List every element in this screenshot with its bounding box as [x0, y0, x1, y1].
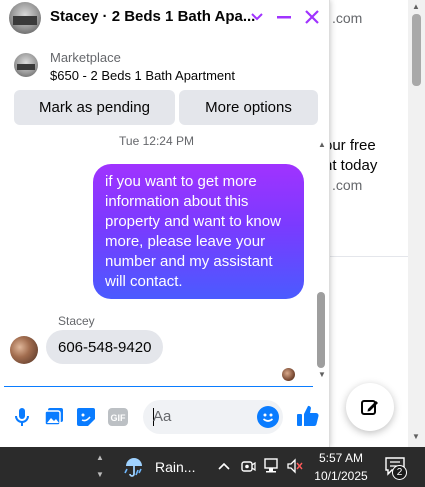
seen-receipt-avatar — [282, 368, 295, 381]
sender-avatar[interactable] — [10, 336, 38, 364]
background-domain-text-2: .com — [332, 177, 363, 193]
chat-scrollbar-thumb[interactable] — [317, 292, 325, 368]
chat-scroll-down-arrow-icon[interactable]: ▼ — [318, 370, 326, 379]
background-cta-line-2[interactable]: nt today — [324, 157, 377, 174]
clock-date[interactable]: 10/1/2025 — [312, 469, 370, 483]
more-options-button[interactable]: More options — [179, 90, 318, 125]
gif-label: GIF — [111, 413, 127, 423]
minimize-icon[interactable] — [273, 6, 295, 28]
message-thread: Tue 12:24 PM if you want to get more inf… — [0, 128, 313, 386]
network-icon[interactable] — [262, 457, 280, 475]
chat-title[interactable]: Stacey · 2 Beds 1 Bath Apa... — [50, 8, 255, 25]
scroll-down-arrow-icon[interactable]: ▼ — [412, 432, 420, 441]
volume-muted-icon[interactable] — [286, 457, 304, 475]
background-cta-line-1[interactable]: our free — [324, 137, 376, 154]
listing-avatar[interactable] — [9, 2, 41, 34]
notification-count-badge: 2 — [392, 465, 407, 480]
chat-scrollbar[interactable]: ▲ ▼ — [315, 128, 327, 386]
message-input-field[interactable] — [143, 400, 283, 434]
clock-time[interactable]: 5:57 AM — [316, 451, 366, 465]
message-input[interactable] — [153, 408, 253, 425]
weather-label[interactable]: Rain... — [155, 459, 195, 475]
rain-weather-icon[interactable] — [122, 456, 146, 478]
chat-window: Stacey · 2 Beds 1 Bath Apa... Marketplac… — [0, 0, 330, 447]
chat-header[interactable]: Stacey · 2 Beds 1 Bath Apa... — [0, 0, 330, 36]
compose-icon — [361, 400, 378, 415]
background-divider — [330, 256, 408, 257]
chat-scroll-up-arrow-icon[interactable]: ▲ — [318, 140, 326, 149]
listing-title: $650 - 2 Beds 1 Bath Apartment — [50, 68, 236, 83]
windows-taskbar: ▲ ▼ Rain... 5:57 AM 10/1/2025 2 — [0, 447, 425, 487]
incoming-message-bubble[interactable]: 606-548-9420 — [46, 330, 164, 364]
show-hidden-icons-chevron-icon[interactable] — [215, 457, 233, 475]
composer-focus-line — [4, 386, 313, 387]
photo-icon[interactable] — [43, 406, 65, 428]
listing-thumbnail — [14, 53, 38, 77]
sticker-icon[interactable] — [75, 406, 97, 428]
emoji-icon[interactable] — [257, 406, 279, 428]
scroll-up-arrow-icon[interactable]: ▲ — [412, 2, 420, 11]
new-message-button[interactable] — [346, 383, 394, 431]
listing-card[interactable]: Marketplace $650 - 2 Beds 1 Bath Apartme… — [0, 44, 330, 84]
message-timestamp: Tue 12:24 PM — [119, 134, 194, 148]
listing-source: Marketplace — [50, 50, 121, 65]
message-composer: GIF — [0, 392, 330, 442]
page-scrollbar-thumb[interactable] — [412, 14, 421, 86]
page-scrollbar[interactable]: ▲ ▼ — [408, 0, 425, 447]
mark-as-pending-button[interactable]: Mark as pending — [14, 90, 175, 125]
thumbs-up-icon[interactable] — [296, 404, 320, 428]
chevron-down-icon[interactable] — [246, 6, 268, 28]
sender-name: Stacey — [58, 314, 95, 328]
meet-now-icon[interactable] — [239, 457, 257, 475]
outgoing-message-bubble[interactable]: if you want to get more information abou… — [93, 164, 304, 299]
close-icon[interactable] — [301, 6, 323, 28]
gif-icon[interactable]: GIF — [107, 406, 129, 428]
microphone-icon[interactable] — [11, 406, 33, 428]
background-domain-text: .com — [332, 10, 363, 26]
taskbar-scroll-arrows[interactable]: ▲ ▼ — [94, 449, 106, 483]
